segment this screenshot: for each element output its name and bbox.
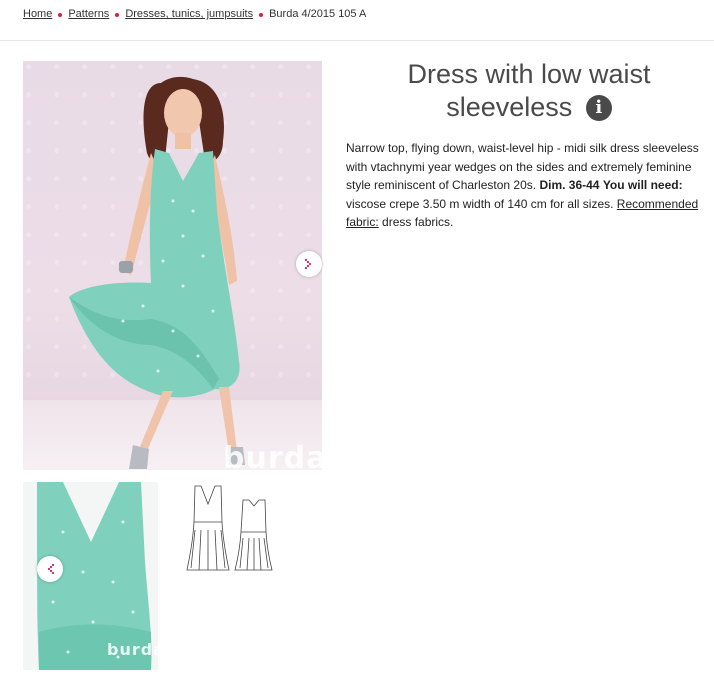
dress-sketch	[186, 485, 273, 571]
dimensions-label: Dim. 36-44	[539, 178, 600, 192]
breadcrumb-link-dresses[interactable]: Dresses, tunics, jumpsuits	[125, 8, 253, 20]
breadcrumb-current: Burda 4/2015 105 A	[269, 8, 367, 20]
breadcrumb-separator	[115, 13, 120, 17]
thumbnail-technical-sketch[interactable]	[175, 482, 280, 582]
you-will-need-label: You will need:	[602, 178, 683, 192]
info-icon[interactable]: i	[585, 95, 612, 121]
model-figure	[69, 76, 245, 469]
recommended-fabric-text: dress fabrics.	[382, 215, 454, 229]
chevron-right-icon	[305, 259, 311, 269]
main-product-photo[interactable]: burda	[23, 61, 322, 470]
breadcrumb-separator	[259, 13, 264, 17]
page-title: Dress with low waist sleeveless i	[344, 58, 714, 124]
product-title: Dress with low waist sleeveless	[407, 59, 651, 122]
burda-watermark-small: burda	[107, 640, 158, 659]
header-divider	[0, 40, 714, 41]
product-description: Narrow top, flying down, waist-level hip…	[346, 139, 708, 232]
next-image-button[interactable]	[296, 251, 322, 277]
chevron-left-icon	[48, 564, 54, 574]
breadcrumb-separator	[58, 13, 63, 17]
breadcrumb-link-patterns[interactable]: Patterns	[68, 8, 109, 20]
burda-watermark: burda	[223, 441, 322, 470]
you-will-need-text: viscose crepe 3.50 m width of 140 cm for…	[346, 196, 614, 211]
breadcrumb-link-home[interactable]: Home	[23, 8, 52, 20]
breadcrumb: Home Patterns Dresses, tunics, jumpsuits…	[23, 8, 366, 20]
prev-image-button[interactable]	[37, 556, 63, 582]
